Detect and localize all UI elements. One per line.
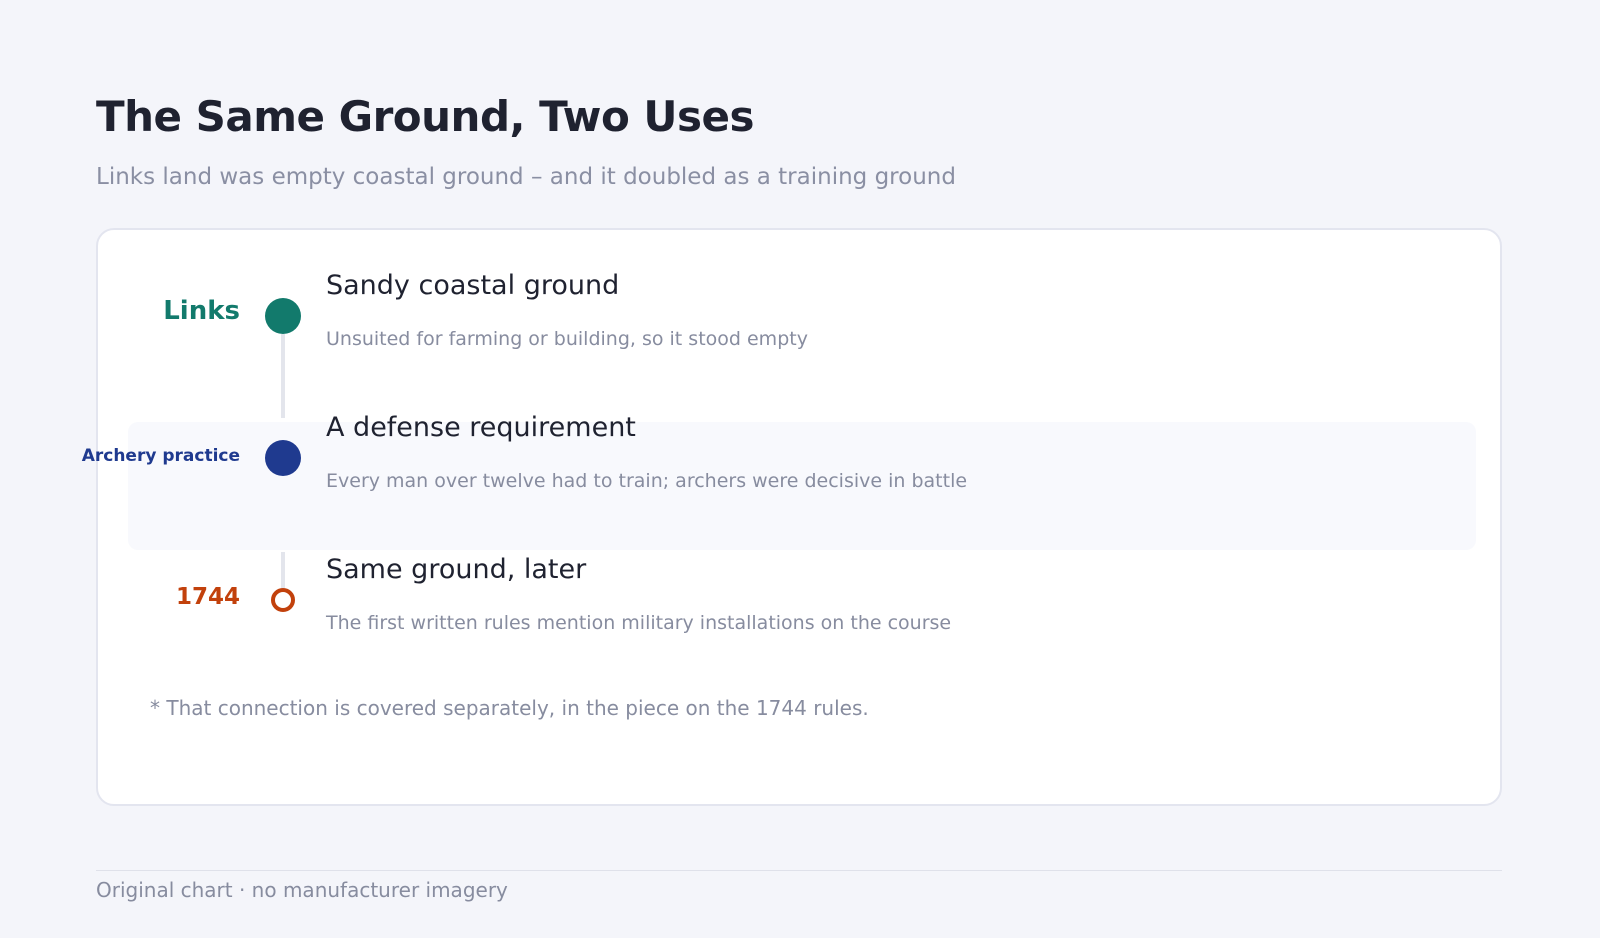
timeline-step-links: Links Sandy coastal ground Unsuited for … — [98, 270, 1500, 380]
step-description: The first written rules mention military… — [326, 612, 952, 634]
filled-circle-marker — [265, 298, 301, 334]
page-title: The Same Ground, Two Uses — [96, 92, 755, 141]
footnote: * That connection is covered separately,… — [150, 696, 869, 720]
footer-credit: Original chart · no manufacturer imagery — [96, 878, 508, 902]
timeline-step-archery: Archery practice A defense requirement E… — [82, 412, 1500, 522]
step-title: Sandy coastal ground — [326, 270, 620, 301]
timeline-card: Links Sandy coastal ground Unsuited for … — [82, 228, 1502, 806]
timeline-step-1744: 1744 Same ground, later The first writte… — [98, 554, 1500, 664]
step-title: Same ground, later — [326, 554, 587, 585]
filled-circle-marker — [265, 440, 301, 476]
step-description: Unsuited for farming or building, so it … — [326, 328, 808, 350]
step-label: Links — [163, 296, 240, 326]
step-label: 1744 — [175, 584, 240, 610]
step-title: A defense requirement — [326, 412, 636, 443]
step-description: Every man over twelve had to train; arch… — [326, 470, 968, 492]
hollow-circle-marker — [271, 588, 295, 612]
page-subtitle: Links land was empty coastal ground – an… — [96, 164, 956, 190]
footer-divider — [96, 870, 1502, 871]
step-label: Archery practice — [81, 446, 240, 466]
